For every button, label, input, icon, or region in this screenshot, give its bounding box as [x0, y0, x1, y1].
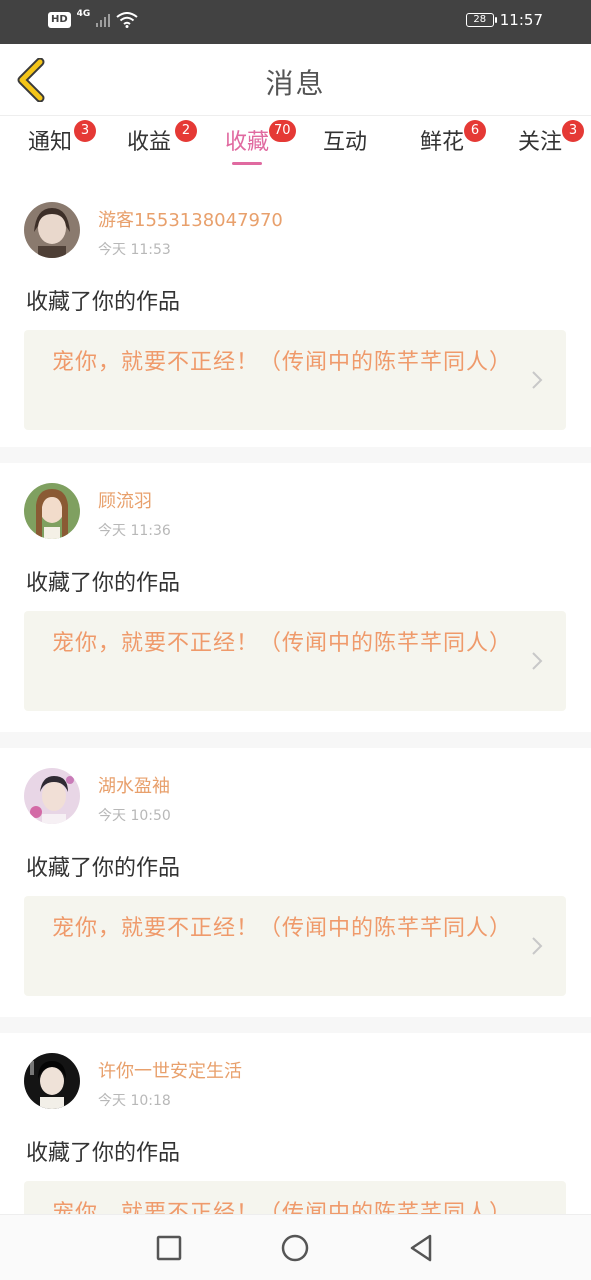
tab-flowers[interactable]: 鲜花 6	[412, 120, 486, 160]
work-title: 宠你，就要不正经！（传闻中的陈芊芊同人）	[52, 350, 513, 375]
chevron-right-icon	[532, 937, 543, 955]
divider	[0, 1017, 591, 1033]
username[interactable]: 顾流羽	[98, 487, 152, 513]
avatar[interactable]	[24, 202, 80, 258]
tab-label: 互动	[322, 130, 367, 155]
wifi-icon	[116, 12, 138, 28]
tab-label: 关注	[517, 130, 562, 155]
signal-icon	[96, 13, 111, 27]
tab-favorites[interactable]: 收藏 70	[217, 120, 296, 165]
clock: 11:57	[499, 11, 543, 29]
username[interactable]: 游客1553138047970	[98, 206, 283, 232]
avatar[interactable]	[24, 483, 80, 539]
tab-notice[interactable]: 通知 3	[20, 120, 96, 160]
tab-follow[interactable]: 关注 3	[510, 120, 584, 160]
network-type: 4G	[76, 9, 91, 19]
username[interactable]: 许你一世安定生活	[98, 1057, 242, 1083]
tab-bar: 通知 3 收益 2 收藏 70 互动 鲜花 6 关注 3	[0, 116, 591, 180]
work-link[interactable]: 宠你，就要不正经！（传闻中的陈芊芊同人）	[24, 896, 566, 996]
hd-indicator: HD	[48, 12, 71, 28]
system-nav-bar	[0, 1214, 591, 1280]
message-card: 许你一世安定生活 今天 10:18 收藏了你的作品 宠你，就要不正经！（传闻中的…	[0, 1033, 591, 1241]
active-tab-indicator	[232, 162, 262, 165]
message-card: 湖水盈袖 今天 10:50 收藏了你的作品 宠你，就要不正经！（传闻中的陈芊芊同…	[0, 748, 591, 1017]
tab-label: 收益	[126, 130, 171, 155]
action-text: 收藏了你的作品	[26, 1141, 181, 1166]
tab-interaction[interactable]: 互动	[315, 126, 375, 160]
username[interactable]: 湖水盈袖	[98, 772, 170, 798]
page-title: 消息	[265, 67, 326, 100]
divider	[0, 447, 591, 463]
status-right: 28 11:57	[465, 11, 543, 29]
action-text: 收藏了你的作品	[26, 571, 181, 596]
divider	[0, 732, 591, 748]
chevron-right-icon	[532, 652, 543, 670]
chevron-right-icon	[532, 371, 543, 389]
timestamp: 今天 10:18	[98, 1093, 171, 1109]
header: 消息	[0, 44, 591, 116]
tab-label: 通知	[27, 130, 72, 155]
work-title: 宠你，就要不正经！（传闻中的陈芊芊同人）	[52, 916, 513, 941]
action-text: 收藏了你的作品	[26, 856, 181, 881]
work-link[interactable]: 宠你，就要不正经！（传闻中的陈芊芊同人）	[24, 611, 566, 711]
unread-badge: 3	[562, 120, 584, 142]
status-left: HD 4G	[48, 9, 138, 28]
tab-label: 鲜花	[419, 130, 464, 155]
timestamp: 今天 11:36	[98, 523, 171, 539]
battery-icon: 28	[465, 13, 497, 27]
tab-earnings[interactable]: 收益 2	[119, 120, 197, 160]
timestamp: 今天 11:53	[98, 242, 171, 258]
timestamp: 今天 10:50	[98, 808, 171, 824]
unread-badge: 6	[464, 120, 486, 142]
unread-badge: 70	[269, 120, 296, 142]
unread-badge: 2	[175, 120, 197, 142]
work-title: 宠你，就要不正经！（传闻中的陈芊芊同人）	[52, 631, 513, 656]
home-button[interactable]	[280, 1233, 310, 1263]
tab-label: 收藏	[224, 130, 269, 155]
action-text: 收藏了你的作品	[26, 290, 181, 315]
avatar[interactable]	[24, 768, 80, 824]
work-link[interactable]: 宠你，就要不正经！（传闻中的陈芊芊同人）	[24, 330, 566, 430]
message-card: 顾流羽 今天 11:36 收藏了你的作品 宠你，就要不正经！（传闻中的陈芊芊同人…	[0, 463, 591, 732]
status-bar: HD 4G 28 11:57	[0, 0, 591, 44]
recent-apps-button[interactable]	[154, 1233, 184, 1263]
message-card: 游客1553138047970 今天 11:53 收藏了你的作品 宠你，就要不正…	[0, 182, 591, 447]
avatar[interactable]	[24, 1053, 80, 1109]
back-nav-button[interactable]	[406, 1233, 436, 1263]
unread-badge: 3	[74, 120, 96, 142]
